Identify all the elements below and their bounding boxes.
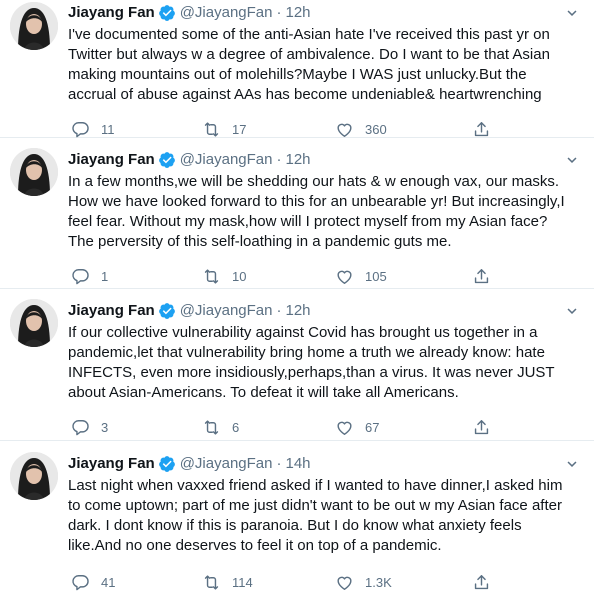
reply-icon [72, 419, 89, 435]
retweet-icon [204, 419, 219, 435]
like-icon [337, 576, 352, 590]
avatar[interactable] [10, 2, 58, 50]
retweet-button[interactable]: 114 [202, 570, 253, 594]
tweet-actions: 41 114 1.3K [68, 570, 580, 594]
like-button[interactable]: 67 [335, 415, 379, 439]
like-count: 1.3K [365, 574, 392, 590]
tweet-header: Jiayang Fan @JiayangFan · 12h [68, 299, 580, 323]
tweet-text: Last night when vaxxed friend asked if I… [68, 477, 563, 554]
tweet-header: Jiayang Fan @JiayangFan · 12h [68, 1, 580, 25]
more-options-icon[interactable] [562, 3, 582, 23]
tweet[interactable]: Jiayang Fan @JiayangFan · 12h I've docum… [0, 0, 594, 138]
tweet-header: Jiayang Fan @JiayangFan · 14h [68, 452, 580, 476]
reply-count: 41 [101, 574, 116, 590]
avatar[interactable] [10, 452, 58, 500]
reply-count: 1 [101, 268, 109, 284]
tweet-text: I've documented some of the anti-Asian h… [68, 26, 550, 103]
like-icon [337, 123, 352, 137]
retweet-count: 10 [232, 268, 247, 284]
avatar[interactable] [10, 148, 58, 196]
retweet-button[interactable]: 10 [202, 264, 246, 288]
retweet-count: 6 [232, 419, 240, 435]
like-count: 67 [365, 419, 380, 435]
like-icon [337, 270, 352, 284]
verified-badge-icon [158, 4, 176, 22]
avatar[interactable] [10, 299, 58, 347]
tweet[interactable]: Jiayang Fan @JiayangFan · 12h If our col… [0, 289, 594, 441]
separator-dot: · [276, 4, 282, 21]
tweet-text: If our collective vulnerability against … [68, 324, 555, 401]
separator-dot: · [276, 302, 282, 319]
retweet-icon [204, 268, 219, 284]
timestamp[interactable]: 12h [285, 3, 310, 23]
tweet-actions: 3 6 67 [68, 415, 580, 439]
retweet-icon [204, 574, 219, 590]
share-button[interactable] [472, 570, 491, 594]
timestamp[interactable]: 12h [285, 301, 310, 321]
reply-button[interactable]: 41 [71, 570, 115, 594]
retweet-button[interactable]: 6 [202, 415, 239, 439]
more-options-icon[interactable] [562, 301, 582, 321]
share-icon [474, 121, 489, 136]
tweet-actions: 1 10 105 [68, 264, 580, 288]
timestamp[interactable]: 12h [285, 150, 310, 170]
retweet-icon [204, 121, 219, 137]
author-name[interactable]: Jiayang Fan [68, 301, 155, 321]
share-icon [474, 574, 489, 589]
more-options-icon[interactable] [562, 454, 582, 474]
verified-badge-icon [158, 455, 176, 473]
tweet-header: Jiayang Fan @JiayangFan · 12h [68, 148, 580, 172]
share-icon [474, 268, 489, 283]
tweet[interactable]: Jiayang Fan @JiayangFan · 14h Last night… [0, 441, 594, 602]
reply-icon [72, 121, 89, 137]
author-name[interactable]: Jiayang Fan [68, 3, 155, 23]
like-button[interactable]: 1.3K [335, 570, 392, 594]
like-count: 360 [365, 121, 387, 137]
reply-button[interactable]: 3 [71, 415, 108, 439]
reply-icon [72, 574, 89, 590]
reply-count: 11 [101, 121, 115, 137]
reply-icon [72, 268, 89, 284]
author-handle[interactable]: @JiayangFan [180, 3, 273, 23]
timestamp[interactable]: 14h [285, 454, 310, 474]
reply-count: 3 [101, 419, 109, 435]
tweet-text: In a few months,we will be shedding our … [68, 173, 565, 250]
verified-badge-icon [158, 302, 176, 320]
retweet-count: 114 [232, 574, 253, 590]
like-count: 105 [365, 268, 387, 284]
separator-dot: · [276, 455, 282, 472]
more-options-icon[interactable] [562, 150, 582, 170]
reply-button[interactable]: 1 [71, 264, 108, 288]
like-icon [337, 421, 352, 435]
author-handle[interactable]: @JiayangFan [180, 301, 273, 321]
share-icon [474, 419, 489, 434]
share-button[interactable] [472, 415, 491, 439]
author-name[interactable]: Jiayang Fan [68, 150, 155, 170]
author-handle[interactable]: @JiayangFan [180, 454, 273, 474]
retweet-count: 17 [232, 121, 247, 137]
tweet[interactable]: Jiayang Fan @JiayangFan · 12h In a few m… [0, 138, 594, 289]
author-name[interactable]: Jiayang Fan [68, 454, 155, 474]
author-handle[interactable]: @JiayangFan [180, 150, 273, 170]
verified-badge-icon [158, 151, 176, 169]
separator-dot: · [276, 151, 282, 168]
share-button[interactable] [472, 264, 491, 288]
like-button[interactable]: 105 [335, 264, 387, 288]
